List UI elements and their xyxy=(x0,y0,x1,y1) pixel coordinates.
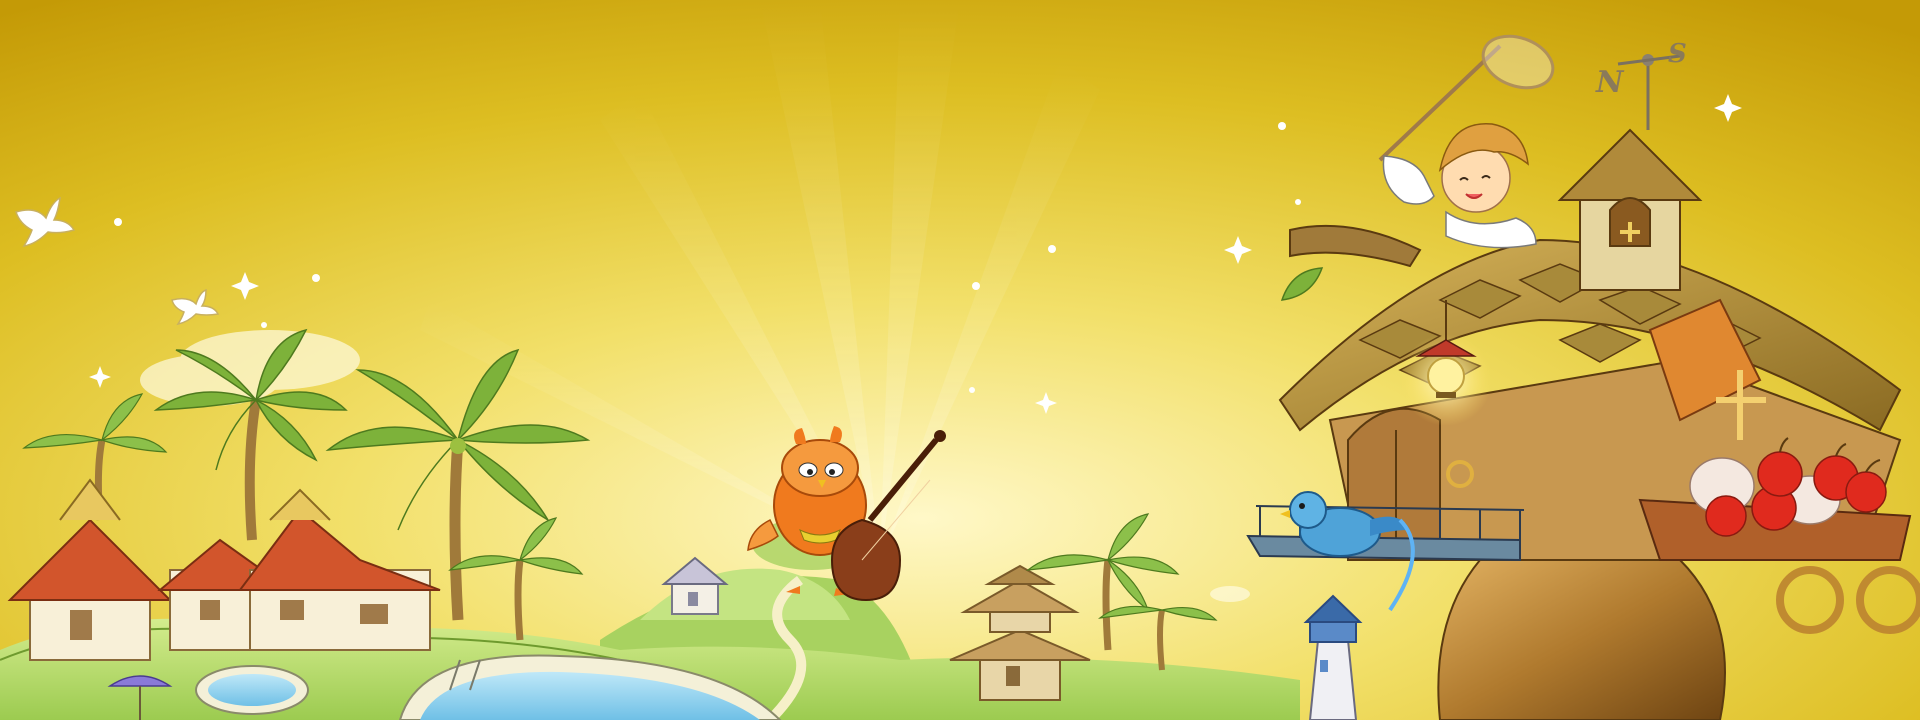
swimming-pool-icon xyxy=(195,665,309,715)
compass-south-label: S xyxy=(1668,39,1687,69)
compass-north-label: N xyxy=(1595,65,1625,100)
cartoon-scene: N S xyxy=(0,0,1920,720)
